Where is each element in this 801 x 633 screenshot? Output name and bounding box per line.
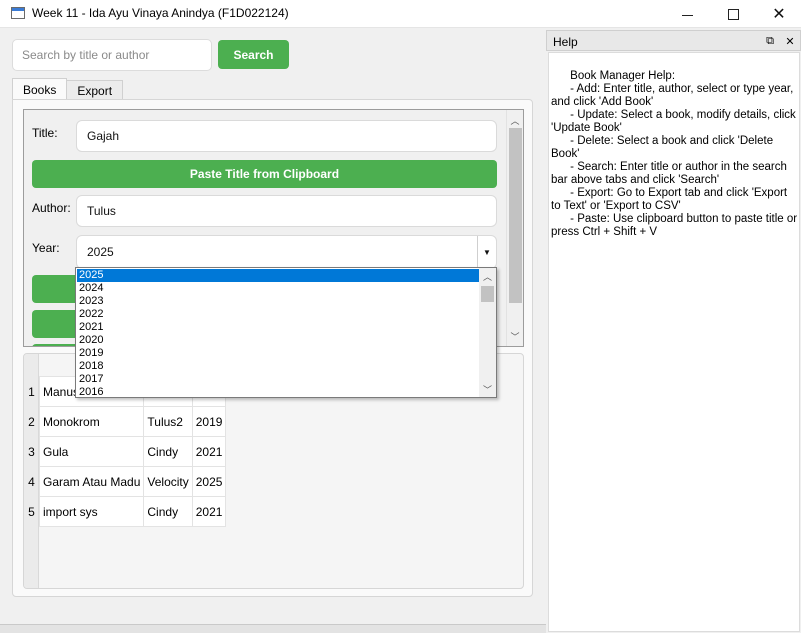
year-option[interactable]: 2025	[77, 269, 479, 282]
maximize-button[interactable]	[710, 0, 756, 28]
scroll-up-icon[interactable]: ︿	[479, 268, 496, 284]
tab-export[interactable]: Export	[66, 80, 124, 100]
app-window-icon	[11, 7, 25, 19]
books-table-grid: Manus Monokrom Tulus2 2019 Gula Cindy 20…	[38, 376, 227, 527]
minimize-icon	[681, 14, 693, 16]
chevron-down-icon[interactable]: ▼	[477, 236, 496, 268]
row-number[interactable]: 4	[24, 475, 39, 489]
table-cell-author[interactable]: Cindy	[143, 496, 193, 527]
help-dock-panel: Help ⧉ ✕ Book Manager Help: - Add: Enter…	[546, 28, 801, 633]
year-dropdown-list[interactable]: 2025 2024 2023 2022 2021 2020 2019 2018 …	[75, 267, 497, 398]
table-row[interactable]: Monokrom Tulus2 2019	[38, 406, 227, 437]
table-cell-year[interactable]: 2019	[191, 406, 227, 437]
table-cell-author[interactable]: Cindy	[143, 436, 193, 467]
help-text: Book Manager Help: - Add: Enter title, a…	[551, 70, 798, 238]
table-row[interactable]: import sys Cindy 2021	[38, 496, 227, 527]
tab-bar: Books Export	[12, 78, 124, 100]
table-row[interactable]: Gula Cindy 2021	[38, 436, 227, 467]
window-title: Week 11 - Ida Ayu Vinaya Anindya (F1D022…	[32, 6, 289, 20]
year-option[interactable]: 2017	[77, 373, 479, 386]
form-scrollbar[interactable]: ︿ ﹀	[506, 110, 523, 346]
year-combobox-value: 2025	[87, 245, 114, 259]
search-button[interactable]: Search	[218, 40, 289, 69]
row-number[interactable]: 2	[24, 415, 39, 429]
table-row[interactable]: Garam Atau Madu Velocity 2025	[38, 466, 227, 497]
year-option[interactable]: 2020	[77, 334, 479, 347]
close-icon: ✕	[772, 6, 786, 23]
table-cell-title[interactable]: Garam Atau Madu	[38, 466, 145, 497]
float-dock-icon[interactable]: ⧉	[763, 34, 777, 48]
table-cell-author[interactable]: Velocity	[143, 466, 193, 497]
scroll-down-icon[interactable]: ﹀	[479, 381, 496, 397]
help-title: Help	[553, 35, 578, 49]
row-number[interactable]: 5	[24, 505, 39, 519]
year-option[interactable]: 2024	[77, 282, 479, 295]
table-cell-year[interactable]: 2025	[191, 466, 227, 497]
table-cell-title[interactable]: Monokrom	[38, 406, 145, 437]
row-number[interactable]: 3	[24, 445, 39, 459]
maximize-icon	[727, 8, 739, 20]
help-dock-header[interactable]: Help ⧉ ✕	[546, 30, 801, 51]
close-dock-icon[interactable]: ✕	[783, 34, 797, 48]
scroll-down-icon[interactable]: ﹀	[507, 328, 523, 344]
paste-title-button[interactable]: Paste Title from Clipboard	[32, 160, 497, 188]
year-label: Year:	[32, 241, 60, 255]
year-option[interactable]: 2016	[77, 386, 479, 397]
scrollbar-thumb[interactable]	[481, 286, 494, 302]
scroll-up-icon[interactable]: ︿	[507, 112, 523, 128]
minimize-button[interactable]	[664, 0, 710, 28]
search-input[interactable]	[12, 39, 212, 71]
help-text-area[interactable]: Book Manager Help: - Add: Enter title, a…	[548, 52, 800, 632]
title-label: Title:	[32, 126, 58, 140]
year-option[interactable]: 2021	[77, 321, 479, 334]
author-label: Author:	[32, 201, 71, 215]
table-cell-title[interactable]: Gula	[38, 436, 145, 467]
table-cell-author[interactable]: Tulus2	[143, 406, 193, 437]
table-cell-title[interactable]: import sys	[38, 496, 145, 527]
year-option[interactable]: 2018	[77, 360, 479, 373]
year-combobox[interactable]: 2025 ▼	[76, 235, 497, 269]
table-cell-year[interactable]: 2021	[191, 436, 227, 467]
title-field[interactable]: Gajah	[76, 120, 497, 152]
taskbar-strip	[0, 624, 546, 633]
window-titlebar: Week 11 - Ida Ayu Vinaya Anindya (F1D022…	[0, 0, 801, 28]
year-option[interactable]: 2019	[77, 347, 479, 360]
tab-books[interactable]: Books	[12, 78, 68, 100]
scrollbar-thumb[interactable]	[509, 128, 522, 303]
year-option[interactable]: 2022	[77, 308, 479, 321]
close-button[interactable]: ✕	[756, 0, 801, 28]
author-field[interactable]: Tulus	[76, 195, 497, 227]
table-cell-year[interactable]: 2021	[191, 496, 227, 527]
year-option[interactable]: 2023	[77, 295, 479, 308]
dropdown-scrollbar[interactable]: ︿ ﹀	[479, 268, 496, 397]
row-number[interactable]: 1	[24, 385, 39, 399]
